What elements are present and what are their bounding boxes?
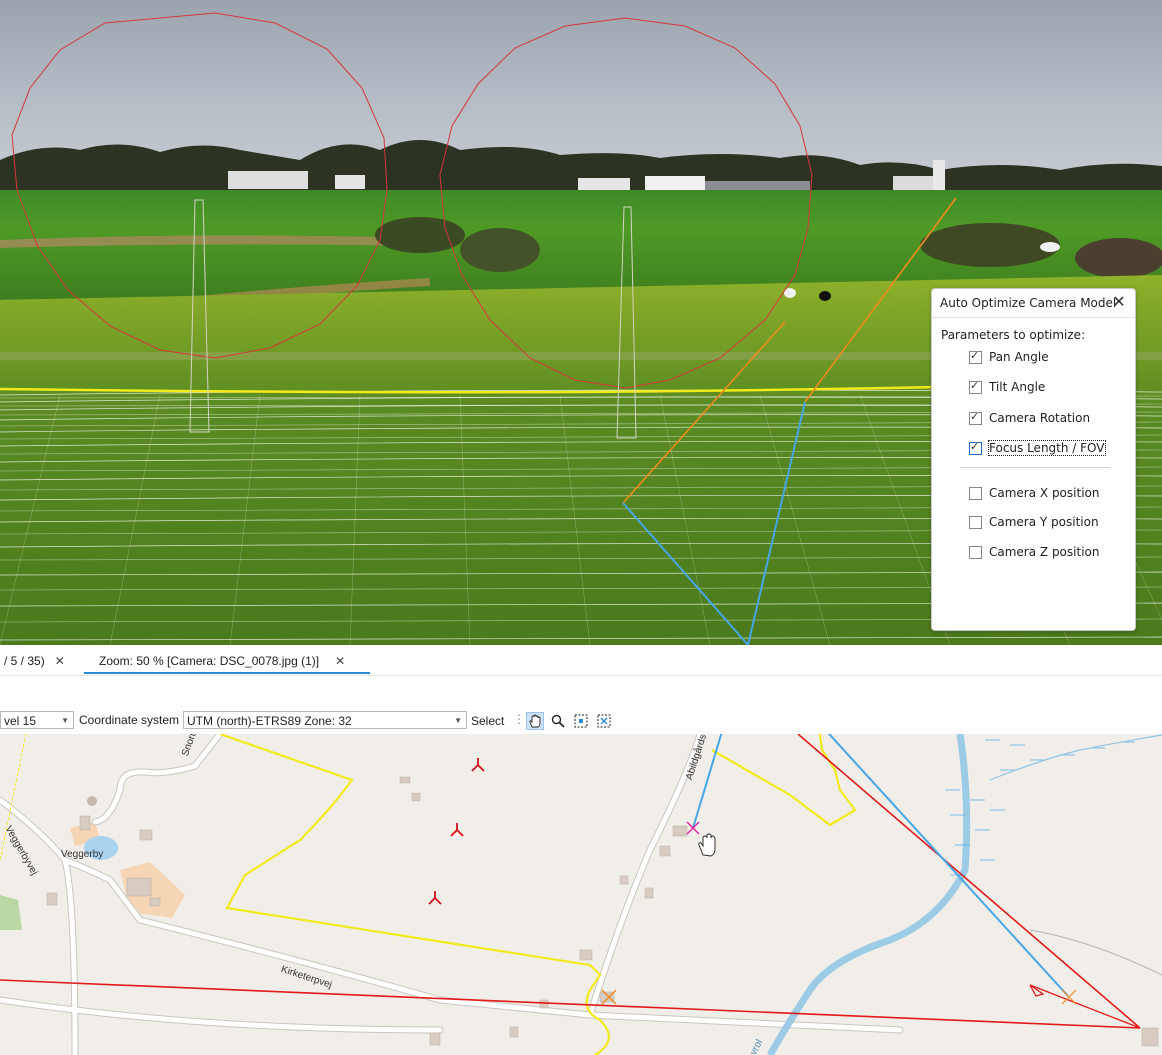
pan-hand-icon[interactable]: [526, 712, 544, 730]
camera-marker-icon: [686, 821, 700, 835]
auto-optimize-panel: Auto Optimize Camera Model ✕ Parameters …: [931, 288, 1136, 631]
param-focus-length[interactable]: Focus Length / FOV: [969, 439, 1106, 457]
tab-label: Zoom: 50 % [Camera: DSC_0078.jpg (1)]: [99, 654, 320, 668]
tab-label: / 5 / 35): [4, 654, 45, 668]
map-view[interactable]: Veggerby Veggerbyvej Snorupgårds Abildgå…: [0, 734, 1162, 1055]
camera-photo-view[interactable]: Auto Optimize Camera Model ✕ Parameters …: [0, 0, 1162, 645]
panel-divider: [960, 467, 1110, 468]
param-camera-y[interactable]: Camera Y position: [969, 513, 1099, 531]
close-icon[interactable]: ✕: [1110, 292, 1128, 312]
checkbox-camera-x[interactable]: [969, 486, 982, 500]
close-icon[interactable]: ✕: [55, 654, 65, 668]
map-canvas: [0, 734, 1162, 1055]
zoom-level-value: vel 15: [4, 714, 37, 728]
coord-system-label: Coordinate system: [79, 713, 180, 727]
param-tilt-angle[interactable]: Tilt Angle: [969, 378, 1045, 396]
param-camera-x[interactable]: Camera X position: [969, 484, 1099, 502]
zoom-icon[interactable]: [549, 712, 567, 730]
place-label-veggerby: Veggerby: [61, 849, 104, 860]
zoom-level-select[interactable]: vel 15 ▼: [0, 711, 74, 729]
param-pan-angle[interactable]: Pan Angle: [969, 348, 1049, 366]
select-rect-icon[interactable]: [572, 712, 590, 730]
panel-header: Auto Optimize Camera Model ✕: [932, 289, 1135, 318]
chevron-down-icon: ▼: [61, 716, 69, 725]
select-label: Select: [471, 714, 505, 728]
document-tabbar: / 5 / 35) ✕ Zoom: 50 % [Camera: DSC_0078…: [0, 648, 1162, 676]
coord-system-value: UTM (north)-ETRS89 Zone: 32: [187, 714, 352, 728]
chevron-down-icon: ▼: [454, 716, 462, 725]
coord-system-select[interactable]: UTM (north)-ETRS89 Zone: 32 ▼: [183, 711, 467, 729]
panel-title: Auto Optimize Camera Model: [940, 296, 1117, 310]
param-label: Camera Y position: [989, 515, 1099, 529]
checkbox-camera-y[interactable]: [969, 515, 982, 529]
checkbox-tilt-angle[interactable]: [969, 379, 982, 394]
checkbox-camera-rotation[interactable]: [969, 410, 982, 425]
param-label: Camera X position: [989, 486, 1100, 500]
param-label: Pan Angle: [989, 350, 1049, 364]
param-camera-rotation[interactable]: Camera Rotation: [969, 409, 1090, 427]
params-label: Parameters to optimize:: [941, 328, 1086, 342]
param-label: Focus Length / FOV: [988, 440, 1106, 456]
tower-marker-icon: [428, 758, 485, 905]
checkbox-camera-z[interactable]: [969, 545, 982, 559]
tab-zoom-camera[interactable]: Zoom: 50 % [Camera: DSC_0078.jpg (1)] ✕: [99, 648, 345, 674]
param-label: Tilt Angle: [989, 380, 1046, 394]
toolbar-grip: ⋮: [513, 712, 525, 726]
select-area-icon[interactable]: [595, 712, 613, 730]
close-icon[interactable]: ✕: [335, 654, 345, 668]
param-camera-z[interactable]: Camera Z position: [969, 543, 1099, 561]
tab-previous[interactable]: / 5 / 35) ✕: [4, 648, 65, 674]
active-tab-indicator: [84, 672, 370, 674]
param-label: Camera Rotation: [989, 411, 1091, 425]
checkbox-focus-length[interactable]: [969, 440, 982, 455]
checkbox-pan-angle[interactable]: [969, 349, 982, 364]
param-label: Camera Z position: [989, 545, 1100, 559]
